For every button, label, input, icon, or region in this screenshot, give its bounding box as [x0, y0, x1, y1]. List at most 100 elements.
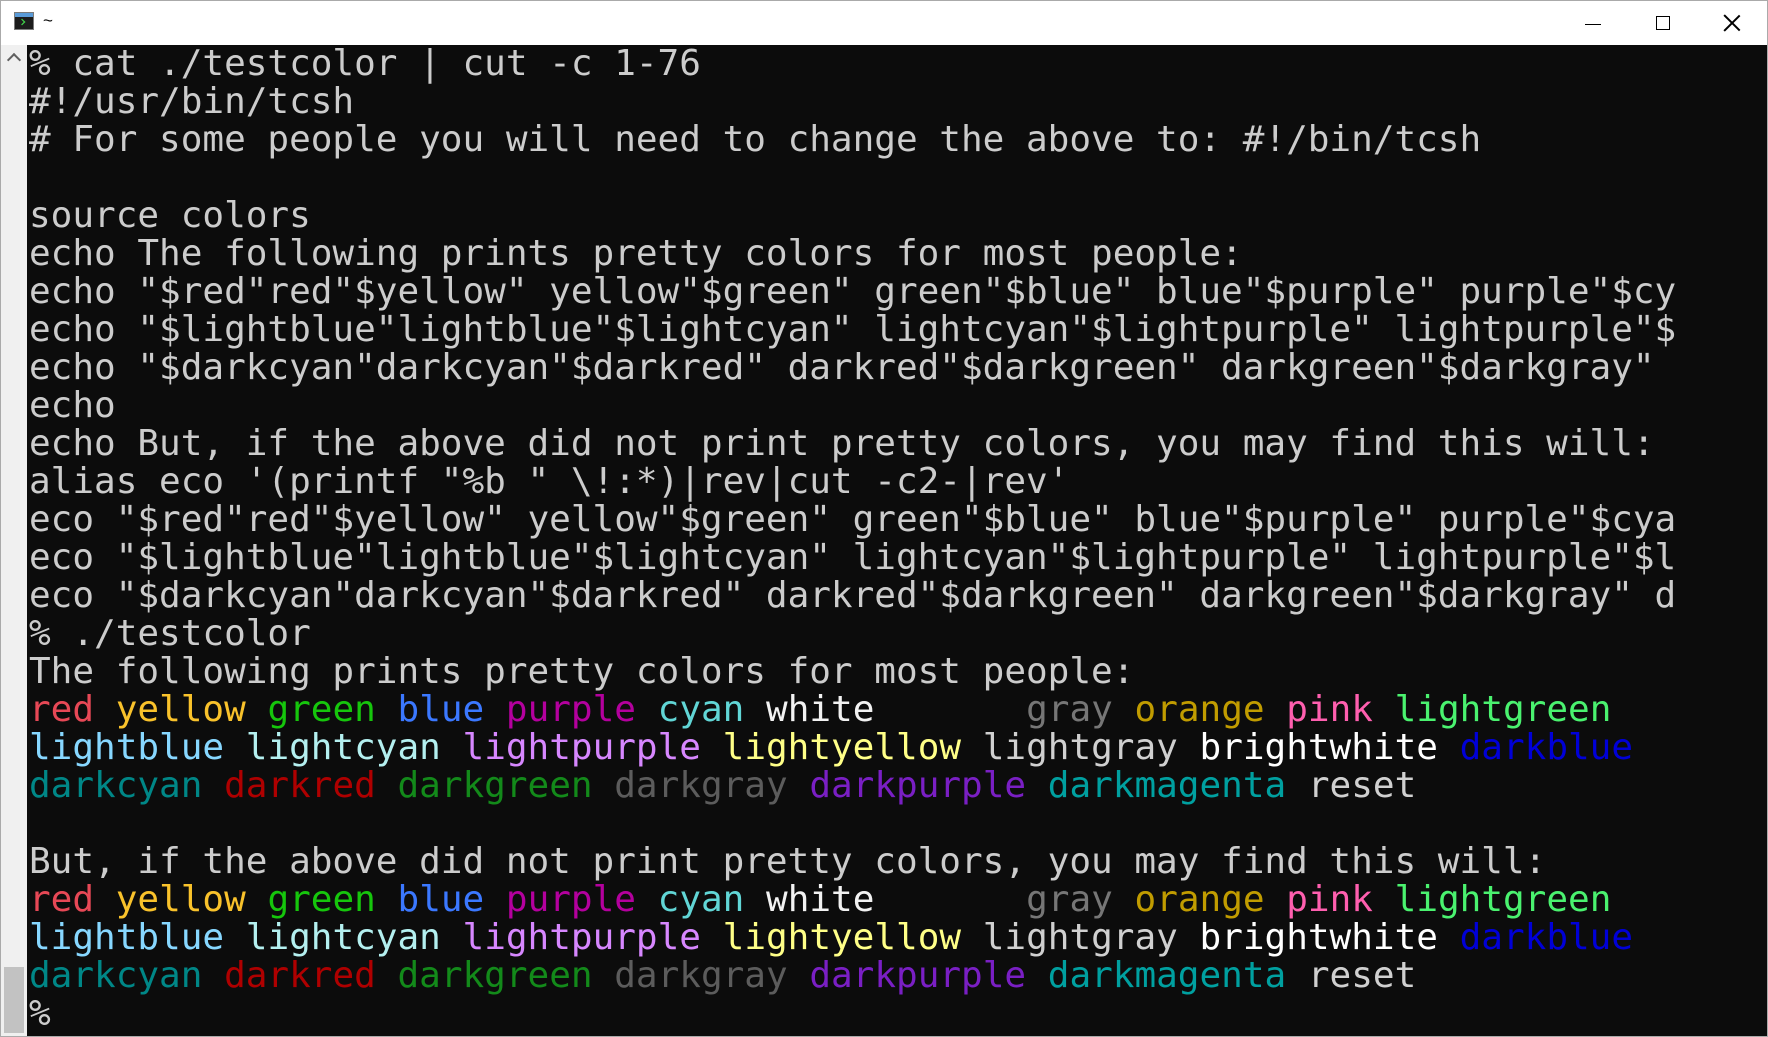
terminal-text: darkgreen	[397, 955, 593, 996]
vertical-scrollbar[interactable]	[1, 45, 27, 1036]
terminal-text: gray	[1026, 879, 1113, 920]
close-button[interactable]	[1697, 1, 1767, 45]
terminal-text: alias eco '(printf "%b " \!:*)|rev|cut -…	[29, 461, 1070, 502]
terminal-text: % cat ./testcolor | cut -c 1-76	[29, 45, 701, 84]
scroll-up-button[interactable]	[5, 49, 23, 67]
terminal-text: darkgray	[614, 765, 788, 806]
terminal-line: eco "$lightblue"lightblue"$lightcyan" li…	[29, 539, 1676, 577]
terminal-text: But, if the above did not print pretty c…	[29, 841, 1547, 882]
terminal-text: brightwhite	[1199, 917, 1438, 958]
terminal-text: white	[766, 879, 875, 920]
terminal-line: eco "$red"red"$yellow" yellow"$green" gr…	[29, 501, 1676, 539]
terminal-text: darkpurple	[809, 765, 1027, 806]
terminal-text: lightcyan	[245, 727, 441, 768]
terminal-text: blue	[397, 689, 485, 730]
terminal-text: darkred	[224, 765, 376, 806]
window-title: ~	[43, 11, 53, 30]
terminal-text: purple	[505, 689, 636, 730]
terminal-text: source colors	[29, 195, 311, 236]
terminal-text: lightyellow	[722, 727, 962, 768]
maximize-button[interactable]	[1628, 1, 1698, 45]
terminal-text: red	[29, 879, 95, 920]
terminal-line: But, if the above did not print pretty c…	[29, 843, 1676, 881]
chevron-up-icon	[6, 52, 22, 67]
terminal-text: echo "$darkcyan"darkcyan"$darkred" darkr…	[29, 347, 1655, 388]
terminal-text: yellow	[115, 689, 246, 730]
terminal-text: echo "$lightblue"lightblue"$lightcyan" l…	[29, 309, 1677, 350]
terminal-line: The following prints pretty colors for m…	[29, 653, 1676, 691]
terminal-text: pink	[1286, 689, 1373, 730]
terminal-text: white	[766, 689, 875, 730]
terminal-text: darkblue	[1459, 727, 1634, 768]
terminal-text: orange	[1134, 689, 1265, 730]
terminal-text: lightcyan	[245, 917, 441, 958]
terminal-text: purple	[505, 879, 636, 920]
minimize-icon	[1585, 23, 1601, 25]
terminal-output[interactable]: % cat ./testcolor | cut -c 1-76 #!/usr/bi…	[27, 45, 1767, 1036]
terminal-text: reset	[1307, 955, 1417, 996]
terminal-text: darkgray	[614, 955, 788, 996]
terminal-text: echo	[29, 385, 116, 426]
terminal-text: darkgreen	[397, 765, 593, 806]
terminal-text: cyan	[657, 689, 745, 730]
terminal-text: echo The following prints pretty colors …	[29, 233, 1243, 274]
terminal-line: eco "$darkcyan"darkcyan"$darkred" darkre…	[29, 577, 1676, 615]
terminal-text: lightgray	[982, 917, 1178, 958]
terminal-line: lightblue lightcyan lightpurple lightyel…	[29, 729, 1676, 767]
terminal-line: source colors	[29, 197, 1676, 235]
terminal-text: yellow	[115, 879, 246, 920]
title-bar[interactable]: ~	[1, 1, 1767, 45]
terminal-line: darkcyan darkred darkgreen darkgray dark…	[29, 957, 1676, 995]
terminal-text: lightyellow	[722, 917, 962, 958]
terminal-line: red yellow green blue purple cyan white …	[29, 881, 1676, 919]
terminal-window: ~ % cat ./testcolor | cut -c 1-76 #!/usr/…	[0, 0, 1768, 1037]
terminal-icon[interactable]	[14, 12, 34, 30]
terminal-text: blue	[397, 879, 485, 920]
terminal-line: % cat ./testcolor | cut -c 1-76	[29, 45, 1676, 83]
terminal-text: green	[267, 879, 376, 920]
terminal-text: darkblue	[1459, 917, 1634, 958]
terminal-text: darkpurple	[809, 955, 1027, 996]
terminal-text: cyan	[657, 879, 745, 920]
terminal-text: The following prints pretty colors for m…	[29, 651, 1135, 692]
terminal-text: reset	[1307, 765, 1417, 806]
minimize-button[interactable]	[1558, 1, 1628, 45]
terminal-text: darkred	[224, 955, 376, 996]
terminal-text: #!/usr/bin/tcsh	[29, 81, 355, 122]
terminal-text: darkcyan	[29, 765, 203, 806]
terminal-text: % ./testcolor	[29, 613, 311, 654]
terminal-text: echo But, if the above did not print pre…	[29, 423, 1655, 464]
terminal-text: darkcyan	[29, 955, 203, 996]
scrollbar-thumb[interactable]	[4, 967, 24, 1033]
